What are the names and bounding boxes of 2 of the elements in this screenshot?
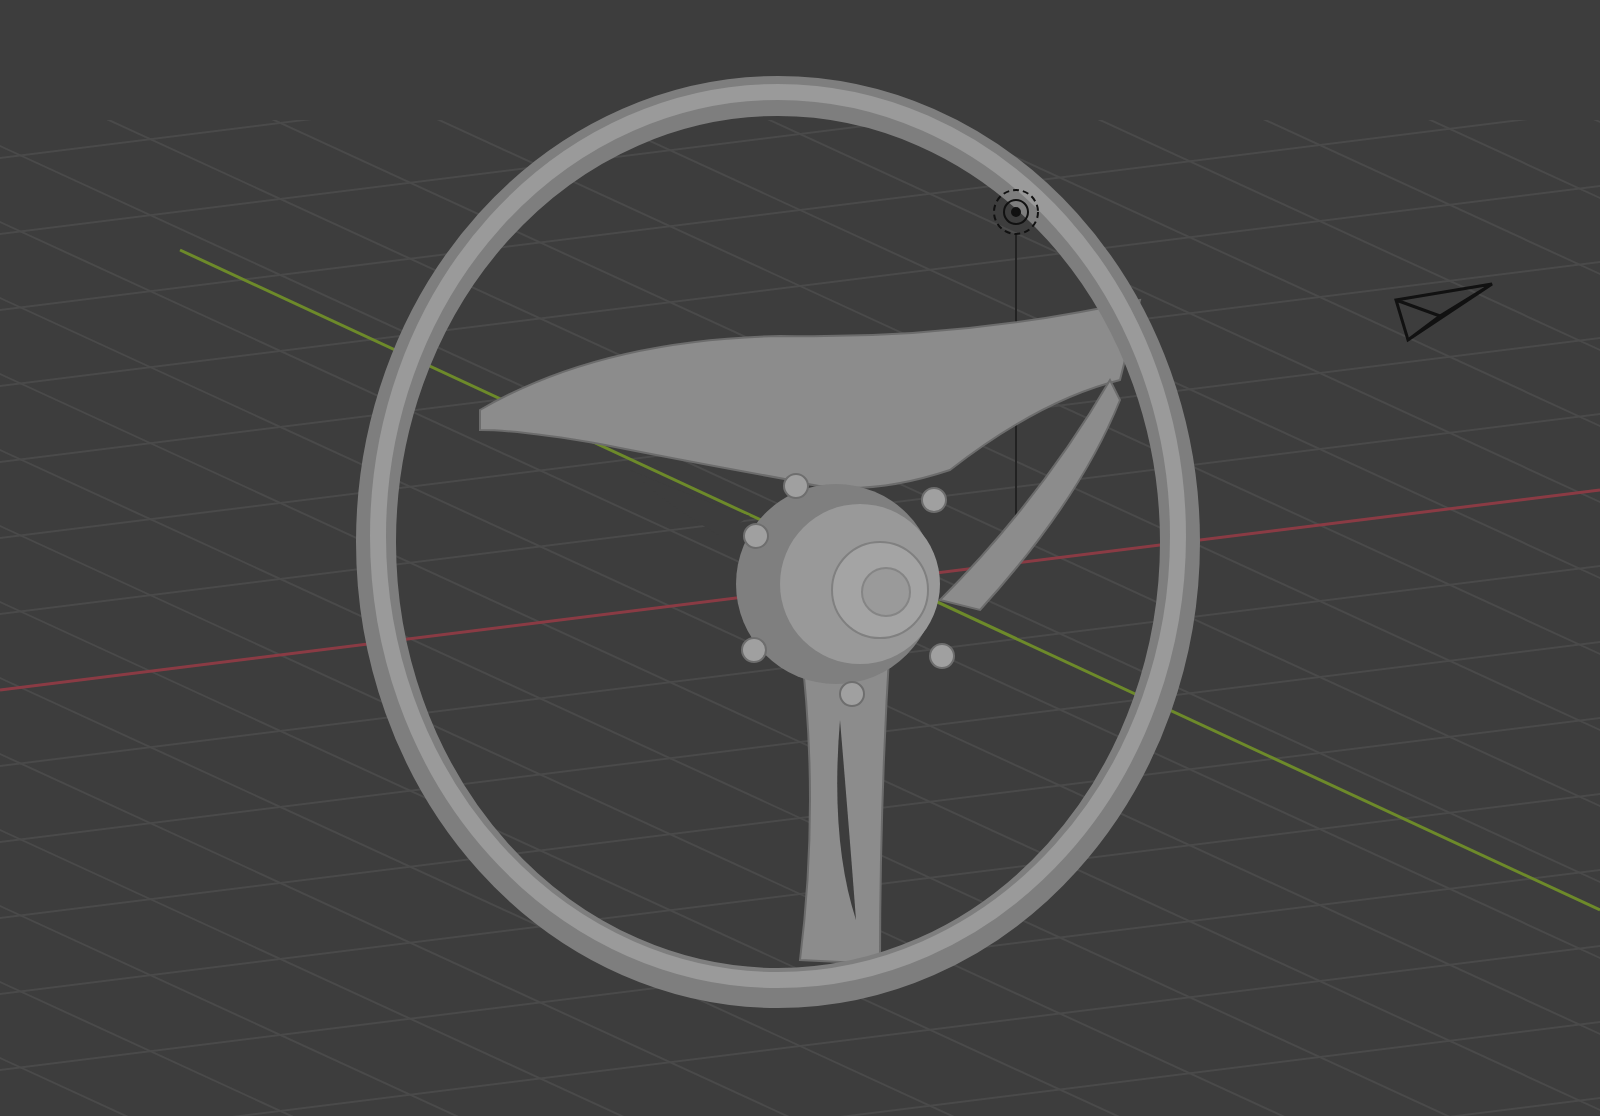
camera-icon[interactable] bbox=[1394, 282, 1494, 342]
light-icon[interactable] bbox=[993, 189, 1039, 235]
